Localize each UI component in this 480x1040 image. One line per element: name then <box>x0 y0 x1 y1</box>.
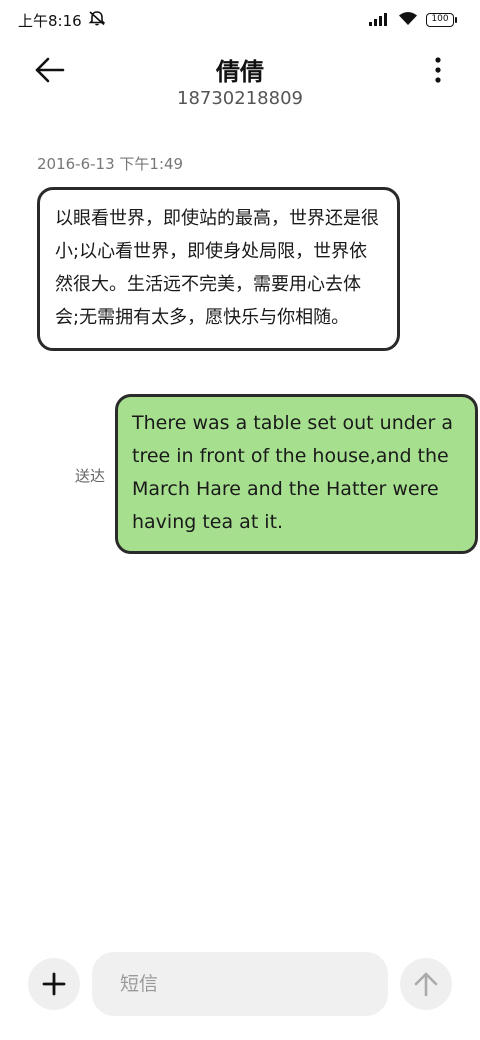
status-right: 100 <box>368 11 457 30</box>
outgoing-message-text: There was a table set out under a tree i… <box>132 412 453 533</box>
arrow-up-icon <box>414 972 438 997</box>
message-input[interactable] <box>92 952 388 1016</box>
bell-off-icon <box>88 10 106 30</box>
status-time: 上午8:16 <box>18 11 82 30</box>
incoming-message-bubble[interactable]: 以眼看世界，即使站的最高，世界还是很小;以心看世界，即使身处局限，世界依然很大。… <box>37 187 400 351</box>
status-left: 上午8:16 <box>18 10 106 31</box>
phone-number: 18730218809 <box>177 88 303 109</box>
outgoing-message-bubble[interactable]: There was a table set out under a tree i… <box>115 394 478 554</box>
battery-icon: 100 <box>426 13 457 27</box>
incoming-message-text: 以眼看世界，即使站的最高，世界还是很小;以心看世界，即使身处局限，世界依然很大。… <box>55 208 379 328</box>
plus-icon <box>42 972 66 996</box>
more-vertical-icon <box>435 57 441 83</box>
conversation-header: 倩倩 18730218809 <box>0 40 480 120</box>
messaging-screen: 上午8:16 100 倩倩 18730218809 2016-6-13 下午1:… <box>0 0 480 1040</box>
message-timestamp: 2016-6-13 下午1:49 <box>37 155 184 173</box>
signal-icon <box>368 11 390 30</box>
more-options-button[interactable] <box>428 54 448 86</box>
status-bar: 上午8:16 100 <box>0 0 480 40</box>
contact-name: 倩倩 <box>216 58 264 86</box>
wifi-icon <box>398 11 418 30</box>
attach-button[interactable] <box>28 958 80 1010</box>
send-button[interactable] <box>400 958 452 1010</box>
delivery-status: 送达 <box>75 467 106 485</box>
